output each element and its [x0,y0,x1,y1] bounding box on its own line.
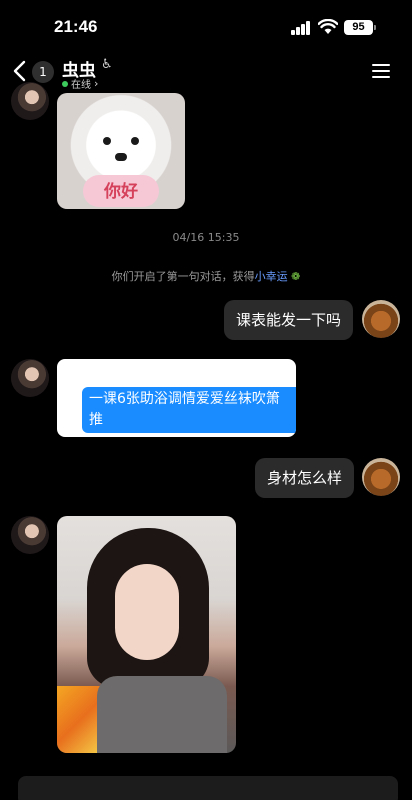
quoted-text-line: 一课6张助浴调情爱爱丝袜吹箫 [89,391,280,407]
wifi-icon [318,19,338,34]
photo-face [115,564,179,660]
chat-header: 1 虫虫 ♿ 在线 › [0,52,412,92]
outgoing-message[interactable]: 课表能发一下吗 [224,300,354,340]
battery-indicator: 95 [344,20,373,35]
dog-eye [103,137,111,145]
sprout-icon: ❁ [287,270,301,283]
chat-screen: 21:46 95 1 虫虫 ♿ 在线 › 你好 04/16 15:35 你们开启… [0,0,412,800]
online-dot-icon [62,80,68,87]
clock: 21:46 [54,17,98,36]
cellular-signal-icon [291,21,311,35]
online-status[interactable]: 在线 › [62,76,98,91]
photo-message[interactable] [57,516,236,753]
quoted-text-line: 推 [89,412,103,428]
message-input-bar[interactable] [18,776,398,800]
sticker-caption: 你好 [104,182,138,202]
back-arrow-icon[interactable] [10,58,32,84]
dog-sticker-image[interactable]: 你好 [57,93,185,209]
unread-count-badge[interactable]: 1 [32,61,54,83]
ear-icon: ♿ [101,57,113,72]
contact-avatar[interactable] [11,359,49,397]
contact-avatar[interactable] [11,82,49,120]
notice-text: 你们开启了第一句对话，获得 [111,270,255,283]
message-timestamp: 04/16 15:35 [172,231,240,244]
online-status-label: 在线 [71,80,91,91]
quoted-message-card[interactable]: 一课6张助浴调情爱爱丝袜吹箫 推 [57,359,296,437]
self-avatar[interactable] [362,458,400,496]
photo-shirt [97,676,227,753]
chevron-right-icon: › [94,77,99,90]
dog-nose [115,153,127,161]
contact-avatar[interactable] [11,516,49,554]
system-notice: 你们开启了第一句对话，获得小幸运 ❁ [0,268,412,284]
battery-tip [374,25,376,30]
quoted-text: 一课6张助浴调情爱爱丝袜吹箫 推 [82,387,296,433]
dog-eye [131,137,139,145]
lucky-link[interactable]: 小幸运 [255,270,288,283]
menu-icon[interactable] [372,64,390,78]
outgoing-message[interactable]: 身材怎么样 [255,458,355,498]
status-bar: 21:46 95 [0,0,412,52]
self-avatar[interactable] [362,300,400,338]
